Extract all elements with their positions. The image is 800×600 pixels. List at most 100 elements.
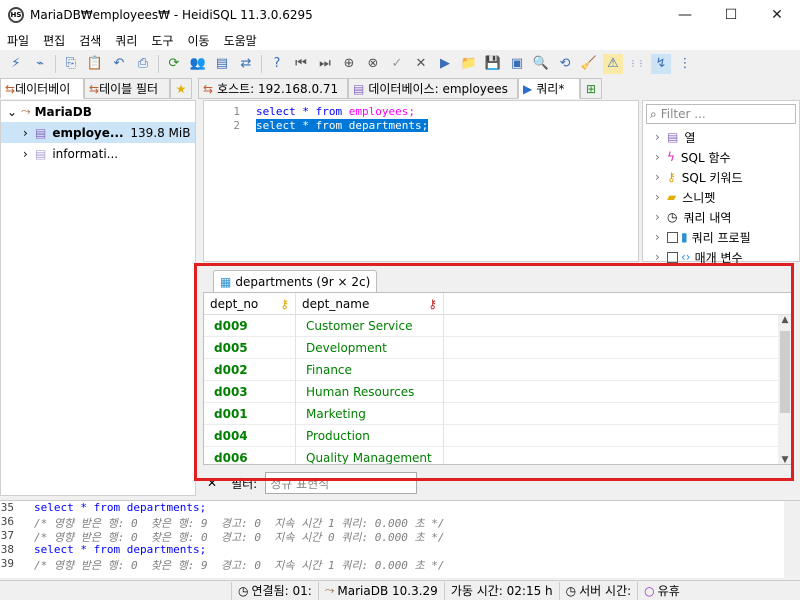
column-header[interactable]: dept_no ⚷ <box>204 293 296 315</box>
tree-item-label: employe... <box>52 125 124 140</box>
checkbox[interactable] <box>667 251 678 263</box>
save-icon[interactable]: 💾 <box>483 54 503 74</box>
warning-icon[interactable]: ⚠ <box>603 53 623 74</box>
cell-dept-name[interactable]: Human Resources <box>296 381 444 403</box>
users-icon[interactable]: 👥 <box>188 54 208 74</box>
table-row[interactable]: d009 Customer Service <box>204 315 792 337</box>
cell-dept-no[interactable]: d006 <box>204 447 296 464</box>
tab-host[interactable]: ⇆ 호스트: 192.168.0.71 <box>198 78 348 99</box>
helper-sql-functions[interactable]: › ϟ SQL 함수 <box>643 147 799 167</box>
cancel-icon[interactable]: ✕ <box>411 54 431 74</box>
find-icon[interactable]: 🔍 <box>531 54 551 74</box>
tree-root[interactable]: ⌄ ⤳ MariaDB <box>1 101 195 122</box>
cell-dept-name[interactable]: Production <box>296 425 444 447</box>
cell-dept-no[interactable]: d005 <box>204 337 296 359</box>
binary-icon[interactable]: ⋮⋮ <box>627 54 647 74</box>
disconnect-icon[interactable]: ⌁ <box>30 54 50 74</box>
cell-dept-no[interactable]: d001 <box>204 403 296 425</box>
cell-dept-name[interactable]: Marketing <box>296 403 444 425</box>
help-icon[interactable]: ? <box>267 54 287 74</box>
status-server-time: ◷ 서버 시간: <box>560 581 639 600</box>
table-row[interactable]: d004 Production <box>204 425 792 447</box>
menu-search[interactable]: 검색 <box>72 32 108 49</box>
paste-icon[interactable]: 📋 <box>85 54 105 74</box>
filter-label: 필터: <box>231 476 258 491</box>
tree-item[interactable]: › ▤ informati... <box>1 143 195 164</box>
helper-query-profile[interactable]: › ▮ 쿼리 프로필 <box>643 227 799 247</box>
helper-sql-keywords[interactable]: › ⚷ SQL 키워드 <box>643 167 799 187</box>
run-icon[interactable]: ▶ <box>435 54 455 74</box>
cell-dept-no[interactable]: d002 <box>204 359 296 381</box>
save-as-icon[interactable]: ▣ <box>507 54 527 74</box>
collapse-chevron-icon[interactable]: ⌄ <box>7 105 21 119</box>
add-record-icon[interactable]: ⊕ <box>339 54 359 74</box>
tab-query[interactable]: ▶ 쿼리* <box>518 78 580 99</box>
scroll-down-icon[interactable]: ▼ <box>778 455 792 464</box>
connect-icon[interactable]: ⚡ <box>6 54 26 74</box>
helper-snippets[interactable]: › ▰ 스니펫 <box>643 187 799 207</box>
helper-query-history[interactable]: › ◷ 쿼리 내역 <box>643 207 799 227</box>
minimize-button[interactable]: — <box>662 0 708 30</box>
result-tab[interactable]: ▦ departments (9r × 2c) <box>213 270 378 292</box>
helper-parameters[interactable]: › ‹› 매개 변수 <box>643 247 799 267</box>
scroll-up-icon[interactable]: ▲ <box>778 315 792 325</box>
cell-dept-name[interactable]: Customer Service <box>296 315 444 337</box>
menu-edit[interactable]: 편집 <box>36 32 72 49</box>
expand-chevron-icon[interactable]: › <box>23 126 35 140</box>
cell-dept-no[interactable]: d003 <box>204 381 296 403</box>
column-header[interactable]: dept_name ⚷ <box>296 293 444 315</box>
replace-icon[interactable]: ⟲ <box>555 54 575 74</box>
print-icon[interactable]: ⎙ <box>133 54 153 74</box>
helper-label: 매개 변수 <box>694 250 743 265</box>
table-row[interactable]: d006 Quality Management <box>204 447 792 464</box>
cell-dept-no[interactable]: d009 <box>204 315 296 337</box>
new-query-tab-icon[interactable]: ⊞ <box>580 78 602 99</box>
close-button[interactable]: ✕ <box>754 0 800 30</box>
helper-columns[interactable]: › ▤ 열 <box>643 127 799 147</box>
tab-table-filter[interactable]: ⇆ 테이블 필터 <box>84 78 170 99</box>
export-icon[interactable]: ▤ <box>212 54 232 74</box>
tab-database[interactable]: ▤ 데이터베이스: employees <box>348 78 518 99</box>
delete-record-icon[interactable]: ⊗ <box>363 54 383 74</box>
tab-database-tree[interactable]: ⇆ 데이터베이 <box>0 78 84 99</box>
vertical-scrollbar[interactable]: ▲ ▼ <box>778 315 792 464</box>
regex-filter-input[interactable]: 정규 표현식 <box>265 472 418 494</box>
favorites-star-icon[interactable]: ★ <box>170 78 192 99</box>
first-record-icon[interactable]: ⏮ <box>291 54 311 74</box>
wrap-icon[interactable]: ↯ <box>651 53 671 74</box>
scroll-thumb[interactable] <box>780 331 790 413</box>
cell-dept-name[interactable]: Development <box>296 337 444 359</box>
last-record-icon[interactable]: ⏭ <box>315 54 335 74</box>
helper-filter-input[interactable]: ⌕ Filter ... <box>646 104 796 124</box>
open-folder-icon[interactable]: 📁 <box>459 54 479 74</box>
sql-log[interactable]: 35 select * from departments; 36 /* 영향 받은 … <box>0 500 800 579</box>
undo-icon[interactable]: ↶ <box>109 54 129 74</box>
table-row[interactable]: d001 Marketing <box>204 403 792 425</box>
menu-query[interactable]: 쿼리 <box>108 32 144 49</box>
more-icon[interactable]: ⋮ <box>675 54 695 74</box>
close-filter-icon[interactable]: ✕ <box>207 476 217 490</box>
table-row[interactable]: d005 Development <box>204 337 792 359</box>
expand-chevron-icon[interactable]: › <box>23 147 35 161</box>
cell-dept-name[interactable]: Finance <box>296 359 444 381</box>
result-grid[interactable]: dept_no ⚷ dept_name ⚷ d009 Customer Servi… <box>203 292 793 465</box>
maximize-button[interactable]: ☐ <box>708 0 754 30</box>
transfer-icon[interactable]: ⇄ <box>236 54 256 74</box>
refresh-icon[interactable]: ⟳ <box>164 54 184 74</box>
cell-dept-no[interactable]: d004 <box>204 425 296 447</box>
query-helpers-panel: ⌕ Filter ... › ▤ 열 › ϟ SQL 함수 › ⚷ SQL 키워드 › ▰ 스니… <box>642 100 800 265</box>
menu-tools[interactable]: 도구 <box>144 32 180 49</box>
table-row[interactable]: d002 Finance <box>204 359 792 381</box>
clean-icon[interactable]: 🧹 <box>579 54 599 74</box>
checkbox[interactable] <box>667 231 678 243</box>
post-icon[interactable]: ✓ <box>387 54 407 74</box>
menu-go[interactable]: 이동 <box>180 32 216 49</box>
tree-item[interactable]: › ▤ employe... 139.8 MiB <box>1 122 195 143</box>
cell-dept-name[interactable]: Quality Management <box>296 447 444 464</box>
query-editor[interactable]: 1 2 select * from employees; select * fr… <box>203 100 639 262</box>
menu-file[interactable]: 파일 <box>0 32 36 49</box>
table-row[interactable]: d003 Human Resources <box>204 381 792 403</box>
copy-icon[interactable]: ⎘ <box>61 54 81 74</box>
menu-help[interactable]: 도움말 <box>217 32 264 49</box>
log-scrollbar[interactable] <box>784 501 800 579</box>
